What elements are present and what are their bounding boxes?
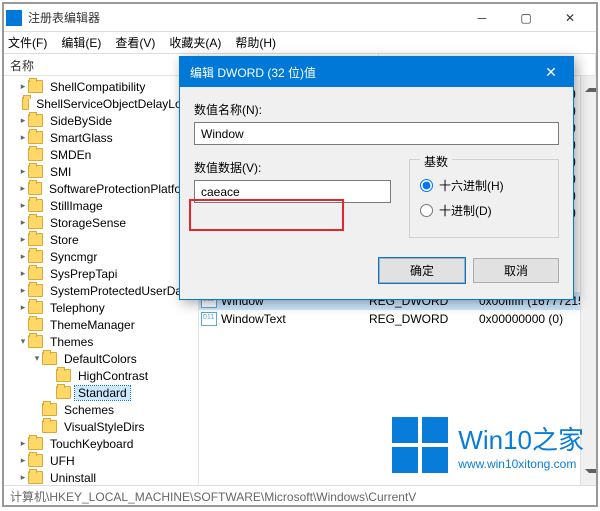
- menu-file[interactable]: 文件(F): [8, 34, 47, 51]
- folder-icon: [42, 420, 57, 433]
- dword-icon: [201, 312, 217, 326]
- folder-icon: [22, 97, 29, 110]
- folder-icon: [28, 216, 43, 229]
- list-row[interactable]: WindowTextREG_DWORD0x00000000 (0): [199, 310, 596, 328]
- ok-button[interactable]: 确定: [379, 258, 465, 283]
- tree-node-store[interactable]: ▸Store: [4, 231, 198, 248]
- folder-icon: [28, 454, 43, 467]
- windows-logo-icon: [392, 417, 448, 473]
- col-name[interactable]: 名称: [4, 54, 199, 75]
- tree-node-defaultcolors[interactable]: ▾DefaultColors: [4, 350, 198, 367]
- folder-icon: [28, 318, 43, 331]
- folder-icon: [56, 369, 71, 382]
- tree-node-smartglass[interactable]: ▸SmartGlass: [4, 129, 198, 146]
- menubar: 文件(F) 编辑(E) 查看(V) 收藏夹(A) 帮助(H): [4, 32, 596, 54]
- folder-icon: [28, 284, 43, 297]
- value-data-input[interactable]: [194, 180, 391, 203]
- tree-node-sidebyside[interactable]: ▸SideBySide: [4, 112, 198, 129]
- tree-node-ufh[interactable]: ▸UFH: [4, 452, 198, 469]
- tree-node-shellcompatibility[interactable]: ▸ShellCompatibility: [4, 78, 198, 95]
- tree-node-touchkeyboard[interactable]: ▸TouchKeyboard: [4, 435, 198, 452]
- tree-node-smden[interactable]: SMDEn: [4, 146, 198, 163]
- tree-node-themes[interactable]: ▾Themes: [4, 333, 198, 350]
- close-button[interactable]: ✕: [548, 5, 592, 31]
- app-title: 注册表编辑器: [28, 9, 460, 26]
- radio-hex[interactable]: [420, 179, 433, 192]
- tree-node-highcontrast[interactable]: HighContrast: [4, 367, 198, 384]
- tree-node-syncmgr[interactable]: ▸Syncmgr: [4, 248, 198, 265]
- radio-dec[interactable]: [420, 204, 433, 217]
- registry-tree[interactable]: ▸ShellCompatibilityShellServiceObjectDel…: [4, 76, 199, 485]
- menu-edit[interactable]: 编辑(E): [61, 34, 101, 51]
- app-icon: [6, 10, 22, 26]
- value-data-label: 数值数据(V):: [194, 159, 391, 176]
- folder-icon: [28, 233, 43, 246]
- tree-node-standard[interactable]: Standard: [4, 384, 198, 401]
- folder-icon: [28, 267, 43, 280]
- tree-node-uninstall[interactable]: ▸Uninstall: [4, 469, 198, 485]
- maximize-button[interactable]: ▢: [504, 5, 548, 31]
- dialog-title: 编辑 DWORD (32 位)值: [190, 64, 529, 81]
- folder-icon: [28, 182, 42, 195]
- folder-icon: [28, 148, 43, 161]
- folder-icon: [28, 471, 43, 484]
- folder-icon: [56, 386, 71, 399]
- folder-icon: [28, 165, 43, 178]
- folder-icon: [28, 199, 43, 212]
- cancel-button[interactable]: 取消: [473, 258, 559, 283]
- tree-node-stillimage[interactable]: ▸StillImage: [4, 197, 198, 214]
- tree-node-visualstyledirs[interactable]: VisualStyleDirs: [4, 418, 198, 435]
- statusbar: 计算机\HKEY_LOCAL_MACHINE\SOFTWARE\Microsof…: [4, 485, 596, 505]
- folder-icon: [28, 80, 43, 93]
- tree-node-systemprotecteduserdata[interactable]: ▸SystemProtectedUserData: [4, 282, 198, 299]
- tree-node-storagesense[interactable]: ▸StorageSense: [4, 214, 198, 231]
- value-name-label: 数值名称(N):: [194, 101, 559, 118]
- tree-node-shellserviceobjectdelayload[interactable]: ShellServiceObjectDelayLoad: [4, 95, 198, 112]
- watermark: Win10之家 www.win10xitong.com: [392, 417, 584, 473]
- folder-icon: [28, 114, 43, 127]
- tree-node-thememanager[interactable]: ThemeManager: [4, 316, 198, 333]
- tree-node-softwareprotectionplatform[interactable]: ▸SoftwareProtectionPlatform: [4, 180, 198, 197]
- folder-icon: [28, 250, 43, 263]
- folder-icon: [28, 131, 43, 144]
- tree-node-smi[interactable]: ▸SMI: [4, 163, 198, 180]
- dialog-close-button[interactable]: ✕: [529, 57, 573, 87]
- titlebar: 注册表编辑器 ─ ▢ ✕: [4, 4, 596, 32]
- edit-dword-dialog: 编辑 DWORD (32 位)值 ✕ 数值名称(N): 数值数据(V): 基数 …: [179, 56, 574, 300]
- folder-icon: [28, 437, 43, 450]
- folder-icon: [42, 403, 57, 416]
- folder-icon: [42, 352, 57, 365]
- tree-node-telephony[interactable]: ▸Telephony: [4, 299, 198, 316]
- value-name-input[interactable]: [194, 122, 559, 145]
- base-fieldset: 基数 十六进制(H) 十进制(D): [409, 159, 559, 238]
- menu-help[interactable]: 帮助(H): [235, 34, 276, 51]
- menu-favorites[interactable]: 收藏夹(A): [169, 34, 221, 51]
- base-legend: 基数: [420, 153, 452, 170]
- tree-node-syspreptapi[interactable]: ▸SysPrepTapi: [4, 265, 198, 282]
- minimize-button[interactable]: ─: [460, 5, 504, 31]
- menu-view[interactable]: 查看(V): [115, 34, 155, 51]
- folder-icon: [28, 301, 43, 314]
- folder-icon: [28, 335, 43, 348]
- tree-node-schemes[interactable]: Schemes: [4, 401, 198, 418]
